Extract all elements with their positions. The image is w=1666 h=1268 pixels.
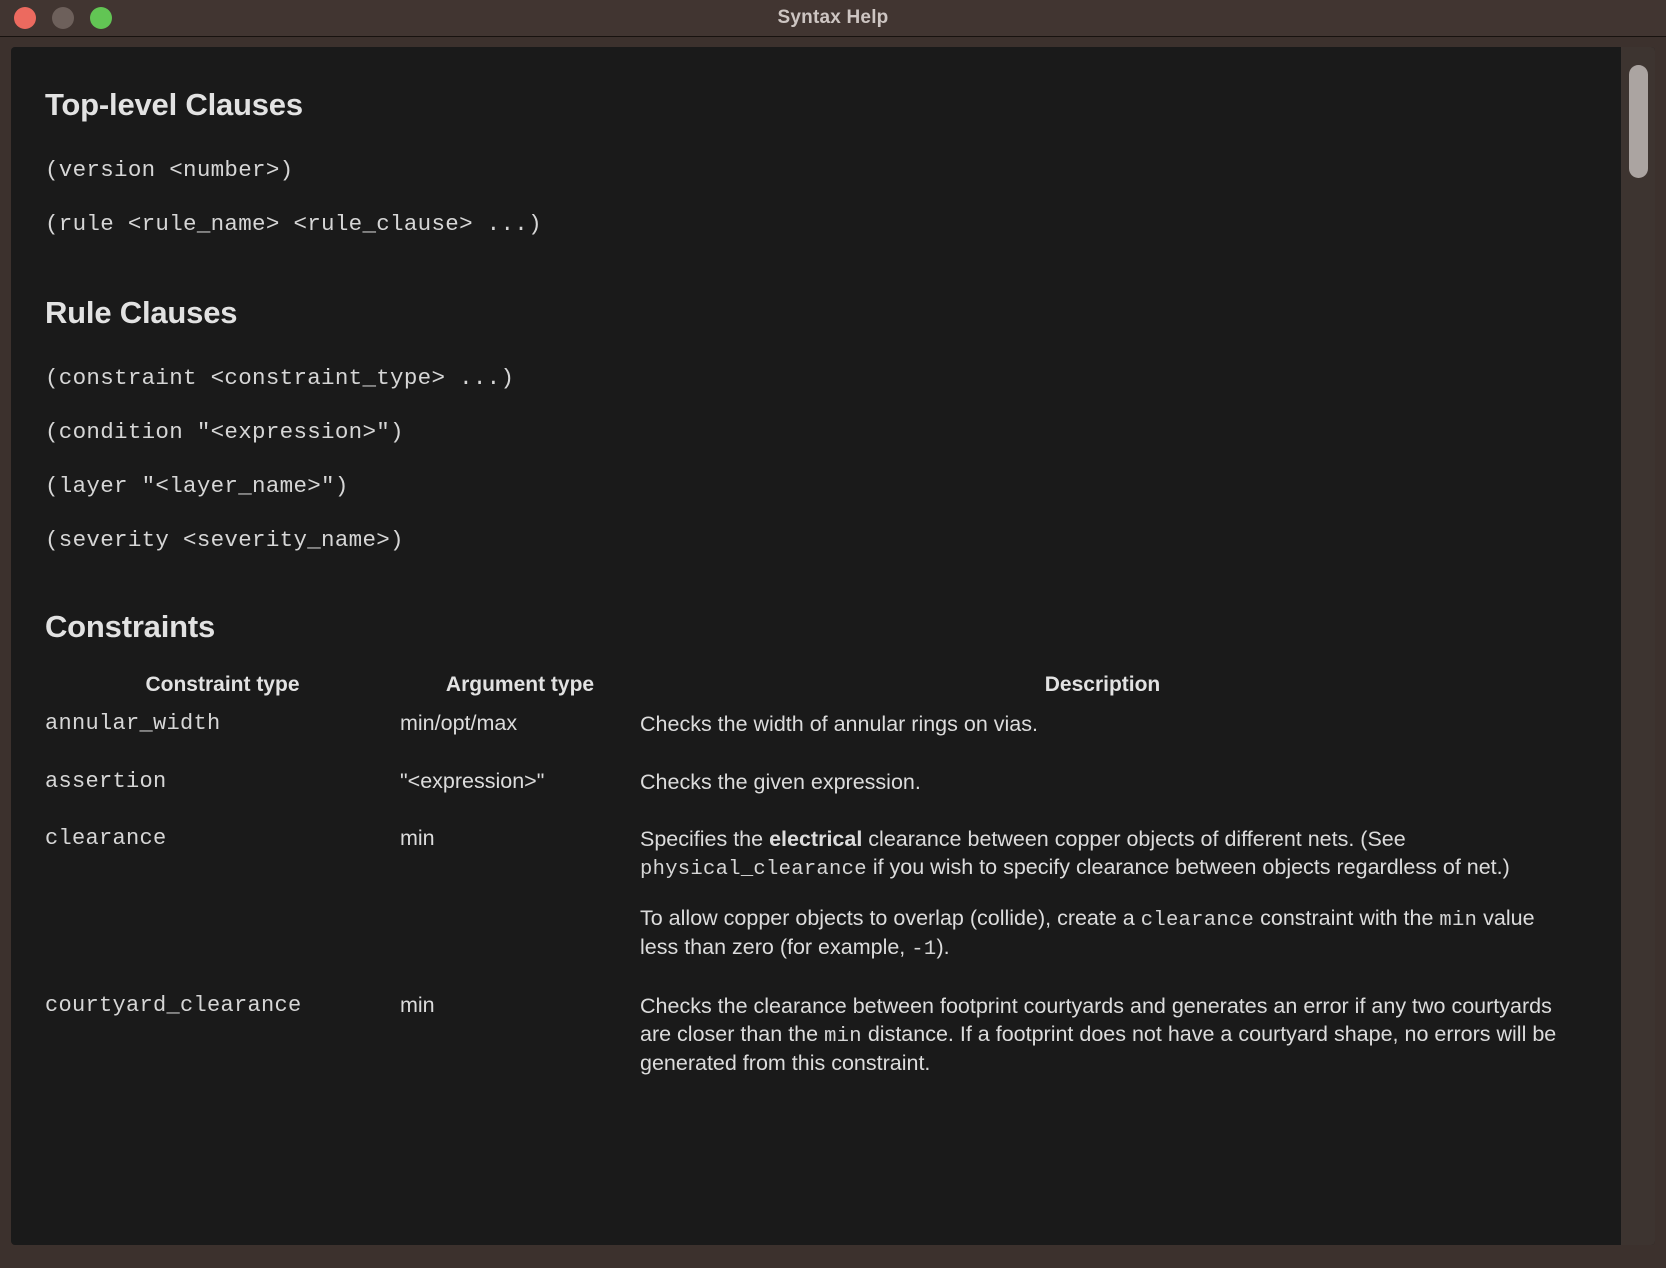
traffic-light-group bbox=[14, 0, 112, 36]
cell-argument-type: min bbox=[400, 993, 435, 1018]
scrollable-content[interactable]: Top-level Clauses (version <number>) (ru… bbox=[11, 47, 1621, 1245]
constraints-table: Constraint type Argument type Descriptio… bbox=[45, 667, 1565, 1102]
close-button-icon[interactable] bbox=[14, 7, 36, 29]
vertical-scrollbar-track[interactable] bbox=[1621, 47, 1655, 1245]
window-title: Syntax Help bbox=[777, 7, 889, 28]
column-header-description: Description bbox=[1044, 673, 1161, 696]
table-row: courtyard_clearance min Checks the clearan… bbox=[45, 987, 1565, 1101]
top-level-clauses-code: (version <number>) (rule <rule_name> <ru… bbox=[45, 157, 1595, 237]
emphasis-text: electrical bbox=[769, 827, 863, 852]
inline-code: -1 bbox=[911, 938, 937, 962]
plain-text: Checks the given expression. bbox=[640, 769, 921, 794]
table-row: assertion "<expression>" Checks the given … bbox=[45, 763, 1565, 821]
plain-text: To allow copper objects to overlap (coll… bbox=[640, 905, 1141, 930]
inline-code: min bbox=[1439, 908, 1478, 932]
inline-code: min bbox=[824, 1024, 862, 1048]
title-bar: Syntax Help bbox=[0, 0, 1666, 37]
minimize-button-icon[interactable] bbox=[52, 7, 74, 29]
cell-constraint-type: courtyard_clearance bbox=[45, 993, 302, 1019]
table-header-row: Constraint type Argument type Descriptio… bbox=[45, 667, 1565, 705]
vertical-scrollbar-thumb[interactable] bbox=[1629, 65, 1648, 178]
zoom-button-icon[interactable] bbox=[90, 7, 112, 29]
constraints-table-body: annular_width min/opt/max Checks the width… bbox=[45, 705, 1565, 1102]
description-paragraph: Checks the given expression. bbox=[640, 769, 1565, 797]
plain-text: if you wish to specify clearance between… bbox=[866, 854, 1510, 879]
plain-text: ). bbox=[936, 935, 950, 960]
column-header-constraint-type: Constraint type bbox=[145, 673, 300, 696]
heading-top-level-clauses: Top-level Clauses bbox=[45, 87, 303, 122]
description-paragraph: To allow copper objects to overlap (coll… bbox=[640, 905, 1565, 963]
plain-text: clearance between copper objects of diff… bbox=[862, 827, 1406, 852]
rule-clauses-code: (constraint <constraint_type> ...) (cond… bbox=[45, 365, 1595, 553]
code-line-version: (version <number>) bbox=[45, 157, 294, 183]
column-header-argument-type: Argument type bbox=[445, 673, 595, 696]
code-line-condition: (condition "<expression>") bbox=[45, 419, 404, 445]
description-paragraph: Checks the clearance between footprint c… bbox=[640, 993, 1565, 1077]
code-line-layer: (layer "<layer_name>") bbox=[45, 473, 349, 499]
table-row: clearance min Specifies the electrical cle… bbox=[45, 820, 1565, 987]
cell-argument-type: min/opt/max bbox=[400, 711, 518, 735]
heading-constraints: Constraints bbox=[45, 609, 216, 644]
description-paragraph: Specifies the electrical clearance betwe… bbox=[640, 826, 1565, 883]
description-paragraph: Checks the width of annular rings on via… bbox=[640, 711, 1565, 739]
cell-constraint-type: annular_width bbox=[45, 711, 221, 736]
code-line-severity: (severity <severity_name>) bbox=[45, 527, 404, 553]
plain-text: Checks the width of annular rings on via… bbox=[640, 712, 1038, 736]
inline-code: clearance bbox=[1140, 908, 1255, 932]
cell-description: Specifies the electrical clearance betwe… bbox=[640, 820, 1565, 987]
plain-text: constraint with the bbox=[1254, 905, 1440, 930]
cell-description: Checks the clearance between footprint c… bbox=[640, 987, 1565, 1101]
code-line-rule: (rule <rule_name> <rule_clause> ...) bbox=[45, 211, 542, 237]
cell-constraint-type: clearance bbox=[45, 826, 167, 852]
cell-argument-type: "<expression>" bbox=[400, 768, 545, 793]
code-line-constraint: (constraint <constraint_type> ...) bbox=[45, 365, 515, 391]
inline-code: physical_clearance bbox=[640, 857, 867, 881]
table-row: annular_width min/opt/max Checks the width… bbox=[45, 705, 1565, 763]
cell-constraint-type: assertion bbox=[45, 768, 167, 794]
plain-text: Specifies the bbox=[640, 827, 770, 852]
syntax-help-window: Syntax Help Top-level Clauses (version <… bbox=[0, 0, 1666, 1268]
content-frame: Top-level Clauses (version <number>) (ru… bbox=[11, 47, 1655, 1245]
heading-rule-clauses: Rule Clauses bbox=[45, 295, 238, 330]
cell-description: Checks the given expression. bbox=[640, 763, 1565, 821]
cell-argument-type: min bbox=[400, 826, 435, 851]
cell-description: Checks the width of annular rings on via… bbox=[640, 705, 1565, 763]
